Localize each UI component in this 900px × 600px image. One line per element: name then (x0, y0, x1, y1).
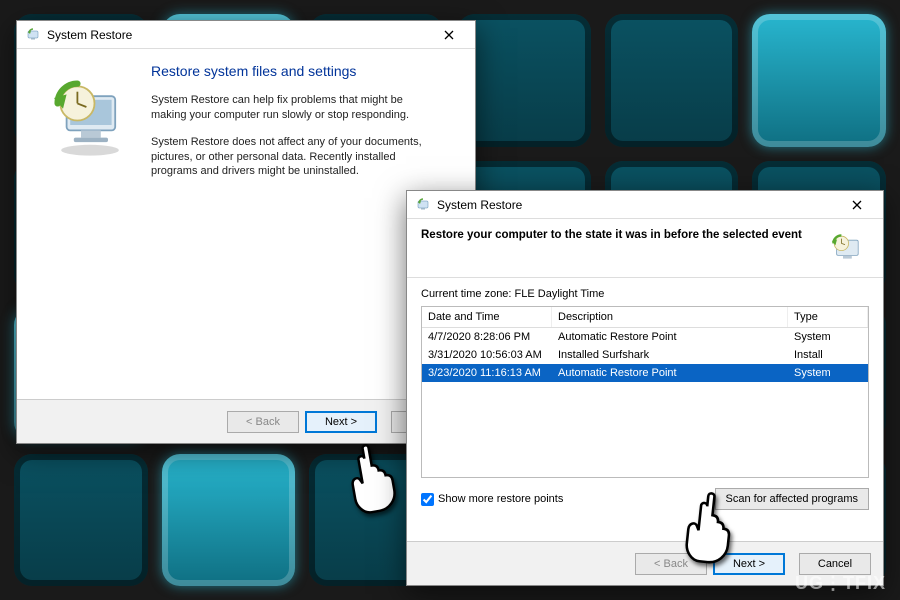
pointer-hand-icon (340, 440, 400, 518)
close-icon (852, 200, 862, 210)
back-button: < Back (227, 411, 299, 433)
table-row-selected[interactable]: 3/23/2020 11:16:13 AM Automatic Restore … (422, 364, 868, 382)
next-button[interactable]: Next > (305, 411, 377, 433)
intro-paragraph-2: System Restore does not affect any of yo… (151, 135, 431, 180)
table-row[interactable]: 4/7/2020 8:28:06 PM Automatic Restore Po… (422, 328, 868, 346)
col-date[interactable]: Date and Time (422, 307, 552, 327)
system-restore-icon (25, 27, 41, 43)
show-more-checkbox[interactable]: Show more restore points (421, 493, 563, 506)
close-icon (444, 30, 454, 40)
system-restore-icon (415, 197, 431, 213)
watermark: UG⋮TFIX (795, 573, 886, 594)
table-header[interactable]: Date and Time Description Type (422, 307, 868, 328)
select-heading: Restore your computer to the state it wa… (421, 229, 825, 241)
cancel-button[interactable]: Cancel (799, 553, 871, 575)
system-restore-large-icon (45, 71, 135, 161)
restore-points-table[interactable]: Date and Time Description Type 4/7/2020 … (421, 306, 869, 478)
window-title: System Restore (47, 28, 429, 42)
table-row[interactable]: 3/31/2020 10:56:03 AM Installed Surfshar… (422, 346, 868, 364)
close-button[interactable] (837, 194, 877, 216)
pointer-hand-icon (676, 488, 738, 568)
system-restore-small-icon (825, 229, 869, 269)
timezone-label: Current time zone: FLE Daylight Time (421, 288, 869, 300)
show-more-label: Show more restore points (438, 493, 563, 505)
titlebar[interactable]: System Restore (407, 191, 883, 219)
intro-paragraph-1: System Restore can help fix problems tha… (151, 93, 431, 123)
col-type[interactable]: Type (788, 307, 868, 327)
intro-heading: Restore system files and settings (151, 63, 457, 79)
close-button[interactable] (429, 24, 469, 46)
col-description[interactable]: Description (552, 307, 788, 327)
show-more-checkbox-input[interactable] (421, 493, 434, 506)
system-restore-select-window: System Restore Restore your computer to … (406, 190, 884, 586)
window-title: System Restore (437, 198, 837, 212)
titlebar[interactable]: System Restore (17, 21, 475, 49)
